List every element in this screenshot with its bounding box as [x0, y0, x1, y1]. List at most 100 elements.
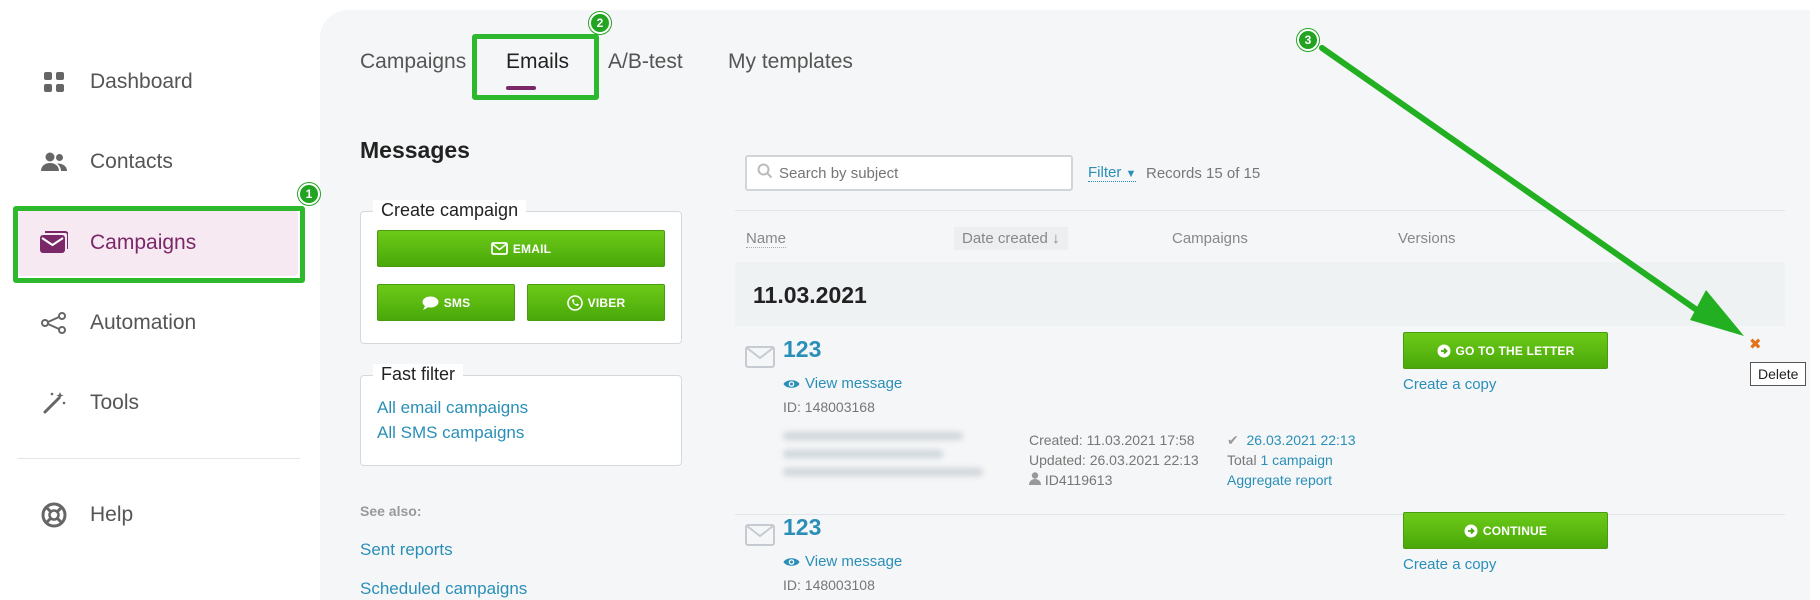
- eye-icon: [783, 378, 800, 390]
- total-prefix: Total: [1227, 452, 1257, 468]
- arrow-down-icon: ↓: [1052, 230, 1060, 247]
- column-date-created[interactable]: Date created ↓: [954, 227, 1068, 250]
- updated-date: Updated: 26.03.2021 22:13: [1029, 452, 1199, 468]
- column-campaigns: Campaigns: [1172, 230, 1248, 247]
- caret-down-icon: ▼: [1125, 168, 1137, 180]
- create-email-label: EMAIL: [512, 241, 552, 256]
- create-sms-button[interactable]: SMS: [377, 284, 515, 321]
- sidebar-item-tools[interactable]: Tools: [18, 370, 298, 436]
- envelope-outline-icon: [745, 346, 775, 373]
- tab-emails[interactable]: Emails: [506, 50, 569, 74]
- search-box[interactable]: [745, 155, 1073, 191]
- campaign-info: ✔ 26.03.2021 22:13 Total 1 campaign Aggr…: [1227, 430, 1356, 490]
- create-copy-link[interactable]: Create a copy: [1403, 376, 1496, 393]
- sidebar: Dashboard Contacts Campaigns Automation …: [0, 0, 310, 600]
- user-icon: [1029, 472, 1045, 488]
- sidebar-item-label: Tools: [90, 391, 140, 414]
- sent-info: ✔ 26.03.2021 22:13: [1227, 430, 1356, 450]
- envelope-outline-icon: [745, 524, 775, 551]
- filter-all-email-campaigns[interactable]: All email campaigns: [377, 398, 528, 418]
- search-icon: [757, 163, 773, 184]
- total-campaigns: Total 1 campaign: [1227, 450, 1356, 470]
- continue-label: CONTINUE: [1482, 523, 1548, 538]
- column-versions: Versions: [1398, 230, 1456, 247]
- filter-dropdown[interactable]: Filter ▼: [1088, 164, 1137, 182]
- fast-filter-group: Fast filter All email campaigns All SMS …: [360, 364, 682, 466]
- create-viber-label: VIBER: [587, 295, 626, 310]
- tab-ab-test[interactable]: A/B-test: [608, 50, 683, 74]
- main-panel: Campaigns Emails A/B-test My templates M…: [320, 10, 1810, 600]
- table-row: 123 View message ID: 148003168 Created: …: [735, 332, 1785, 512]
- sidebar-item-label: Help: [90, 503, 134, 526]
- view-message-label: View message: [805, 553, 903, 570]
- sidebar-item-help[interactable]: Help: [18, 482, 298, 548]
- create-viber-button[interactable]: VIBER: [527, 284, 665, 321]
- check-icon: ✔: [1227, 432, 1239, 448]
- scheduled-campaigns-link[interactable]: Scheduled campaigns: [360, 579, 527, 599]
- aggregate-report-link[interactable]: Aggregate report: [1227, 472, 1332, 488]
- create-email-button[interactable]: EMAIL: [377, 230, 665, 267]
- delete-icon[interactable]: ✖: [1749, 335, 1762, 353]
- annotation-badge-2: 2: [589, 12, 611, 34]
- create-sms-label: SMS: [443, 295, 471, 310]
- sidebar-item-label: Automation: [90, 311, 197, 334]
- tab-campaigns[interactable]: Campaigns: [360, 50, 466, 74]
- active-tab-indicator: [506, 86, 536, 90]
- sidebar-item-dashboard[interactable]: Dashboard: [18, 49, 298, 115]
- annotation-badge-3: 3: [1297, 29, 1319, 51]
- create-campaign-legend: Create campaign: [373, 200, 527, 221]
- sidebar-item-label: Campaigns: [90, 231, 197, 254]
- fast-filter-legend: Fast filter: [373, 364, 464, 385]
- grid-icon: [40, 68, 68, 96]
- app-root: Dashboard Contacts Campaigns Automation …: [0, 0, 1820, 600]
- create-campaign-group: Create campaign EMAIL SMS VIBER: [360, 200, 682, 344]
- envelope-stack-icon: [40, 229, 68, 257]
- envelope-icon: [490, 242, 508, 255]
- search-input[interactable]: [779, 164, 1059, 182]
- column-date-label: Date created: [962, 230, 1048, 247]
- column-name[interactable]: Name: [746, 230, 787, 248]
- create-copy-link[interactable]: Create a copy: [1403, 556, 1496, 573]
- users-icon: [40, 148, 68, 176]
- chat-bubble-icon: [422, 296, 439, 310]
- lifebuoy-icon: [40, 501, 68, 529]
- owner-id: ID4119613: [1044, 472, 1113, 488]
- sent-reports-link[interactable]: Sent reports: [360, 540, 453, 560]
- sidebar-divider: [18, 458, 300, 459]
- created-date: Created: 11.03.2021 17:58: [1029, 432, 1195, 448]
- owner-info: ID4119613: [1029, 470, 1199, 490]
- sidebar-item-automation[interactable]: Automation: [18, 290, 298, 356]
- arrow-circle-right-icon: [1464, 524, 1478, 538]
- filter-all-sms-campaigns[interactable]: All SMS campaigns: [377, 423, 524, 443]
- sidebar-item-contacts[interactable]: Contacts: [18, 129, 298, 195]
- records-count: Records 15 of 15: [1146, 165, 1261, 182]
- sent-date-link[interactable]: 26.03.2021 22:13: [1247, 432, 1356, 448]
- tab-my-templates[interactable]: My templates: [728, 50, 853, 74]
- aggregate-report: Aggregate report: [1227, 470, 1356, 490]
- page-title: Messages: [360, 137, 470, 163]
- share-nodes-icon: [40, 309, 68, 337]
- go-to-letter-button[interactable]: GO TO THE LETTER: [1403, 332, 1608, 369]
- message-dates: Created: 11.03.2021 17:58 Updated: 26.03…: [1029, 430, 1199, 490]
- sidebar-item-campaigns[interactable]: Campaigns: [18, 210, 298, 276]
- table-divider: [735, 210, 1785, 211]
- continue-button[interactable]: CONTINUE: [1403, 512, 1608, 549]
- message-name-link[interactable]: 123: [783, 514, 821, 541]
- sidebar-item-label: Contacts: [90, 150, 173, 173]
- see-also-heading: See also:: [360, 503, 422, 519]
- table-row: 123 View message ID: 148003108 CONTINUE …: [735, 510, 1785, 600]
- go-to-letter-label: GO TO THE LETTER: [1455, 343, 1575, 358]
- filter-label: Filter: [1088, 164, 1122, 181]
- magic-wand-icon: [40, 389, 68, 417]
- view-message-label: View message: [805, 375, 903, 392]
- campaign-count-link[interactable]: 1 campaign: [1260, 452, 1332, 468]
- message-id: ID: 148003108: [783, 577, 875, 593]
- eye-icon: [783, 556, 800, 568]
- view-message-link[interactable]: View message: [783, 553, 902, 570]
- sidebar-item-label: Dashboard: [90, 70, 193, 93]
- delete-tooltip: Delete: [1750, 362, 1807, 386]
- view-message-link[interactable]: View message: [783, 375, 902, 392]
- arrow-circle-right-icon: [1437, 344, 1451, 358]
- message-name-link[interactable]: 123: [783, 336, 821, 363]
- blurred-sender-info: [783, 432, 983, 496]
